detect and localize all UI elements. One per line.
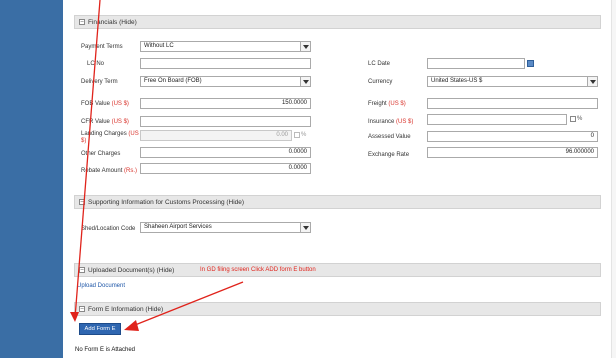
exchange-rate-input[interactable]: 96.000000 — [427, 147, 598, 158]
cfr-value-input[interactable] — [140, 116, 311, 127]
lc-date-label: LC Date — [368, 61, 391, 67]
freight-label: Freight (US $) — [368, 101, 406, 107]
chevron-down-icon[interactable] — [300, 77, 310, 86]
payment-terms-value: Without LC — [144, 43, 174, 49]
no-form-e-note: No Form E is Attached — [75, 347, 136, 353]
chevron-down-icon[interactable] — [587, 77, 597, 86]
landing-percent-checkbox[interactable] — [294, 132, 300, 138]
currency-label: Currency — [368, 79, 393, 85]
delivery-term-label: Delivery Term — [81, 79, 118, 85]
scrollbar-track[interactable] — [611, 0, 616, 358]
financials-title: Financials (Hide) — [88, 18, 137, 26]
landing-percent-sign: % — [301, 132, 307, 138]
shed-location-label: Shed/Location Code — [81, 226, 136, 232]
delivery-term-value: Free On Board (FOB) — [144, 78, 202, 84]
collapse-icon[interactable]: − — [79, 267, 85, 273]
instruction-annotation: In GD filing screen Click ADD form E but… — [200, 267, 316, 273]
payment-terms-label: Payment Terms — [81, 44, 123, 50]
cfr-currency: (US $) — [111, 119, 129, 125]
freight-label-text: Freight — [368, 101, 387, 107]
collapse-icon[interactable]: − — [79, 19, 85, 25]
freight-input[interactable] — [427, 98, 598, 109]
form-e-title: Form E Information (Hide) — [88, 305, 164, 313]
chevron-down-icon[interactable] — [300, 42, 310, 51]
assessed-value-input[interactable]: 0 — [427, 131, 598, 142]
insurance-label-text: Insurance — [368, 119, 395, 125]
insurance-percent-checkbox[interactable] — [570, 116, 576, 122]
chevron-down-icon[interactable] — [300, 223, 310, 232]
fob-label-text: FOB Value — [81, 101, 110, 107]
insurance-input[interactable] — [427, 114, 567, 125]
currency-select[interactable]: United States-US $ — [427, 76, 598, 87]
supporting-info-title: Supporting Information for Customs Proce… — [88, 198, 245, 206]
shed-location-value: Shaheen Airport Services — [144, 224, 212, 230]
lc-no-label: LC No — [87, 61, 105, 67]
rebate-label-text: Rebate Amount — [81, 168, 123, 174]
currency-value: United States-US $ — [431, 78, 483, 84]
collapse-icon[interactable]: − — [79, 306, 85, 312]
uploaded-docs-title: Uploaded Document(s) (Hide) — [88, 266, 175, 274]
lc-date-input[interactable] — [427, 58, 525, 69]
exchange-rate-label: Exchange Rate — [368, 152, 410, 158]
rebate-currency: (Rs.) — [124, 168, 138, 174]
lc-no-input[interactable] — [140, 58, 311, 69]
shed-location-select[interactable]: Shaheen Airport Services — [140, 222, 311, 233]
payment-terms-select[interactable]: Without LC — [140, 41, 311, 52]
rebate-amount-label: Rebate Amount (Rs.) — [81, 168, 137, 174]
financials-header[interactable]: − Financials (Hide) — [74, 15, 601, 29]
fob-value-label: FOB Value (US $) — [81, 101, 129, 107]
collapse-icon[interactable]: − — [79, 199, 85, 205]
landing-charges-label: Landing Charges (US $) — [81, 131, 141, 145]
delivery-term-select[interactable]: Free On Board (FOB) — [140, 76, 311, 87]
upload-document-link[interactable]: Upload Document — [77, 283, 125, 289]
main-content: − Financials (Hide) Payment Terms Withou… — [63, 0, 616, 358]
other-charges-input[interactable]: 0.0000 — [140, 147, 311, 158]
fob-value-input[interactable]: 150.0000 — [140, 98, 311, 109]
uploaded-docs-header[interactable]: − Uploaded Document(s) (Hide) — [74, 263, 601, 277]
insurance-percent-sign: % — [577, 116, 583, 122]
rebate-amount-input[interactable]: 0.0000 — [140, 163, 311, 174]
landing-label-text: Landing Charges — [81, 131, 127, 137]
fob-currency: (US $) — [111, 101, 129, 107]
cfr-label-text: CFR Value — [81, 119, 110, 125]
insurance-currency: (US $) — [396, 119, 414, 125]
assessed-value-label: Assessed Value — [368, 134, 411, 140]
other-charges-label: Other Charges — [81, 151, 121, 157]
left-sidebar — [0, 0, 63, 358]
cfr-value-label: CFR Value (US $) — [81, 119, 129, 125]
supporting-info-header[interactable]: − Supporting Information for Customs Pro… — [74, 195, 601, 209]
freight-currency: (US $) — [388, 101, 406, 107]
form-e-header[interactable]: − Form E Information (Hide) — [74, 302, 601, 316]
insurance-label: Insurance (US $) — [368, 119, 413, 125]
calendar-icon[interactable] — [527, 60, 534, 67]
add-form-e-button[interactable]: Add Form E — [79, 323, 121, 335]
landing-charges-input[interactable]: 0.00 — [140, 130, 292, 141]
